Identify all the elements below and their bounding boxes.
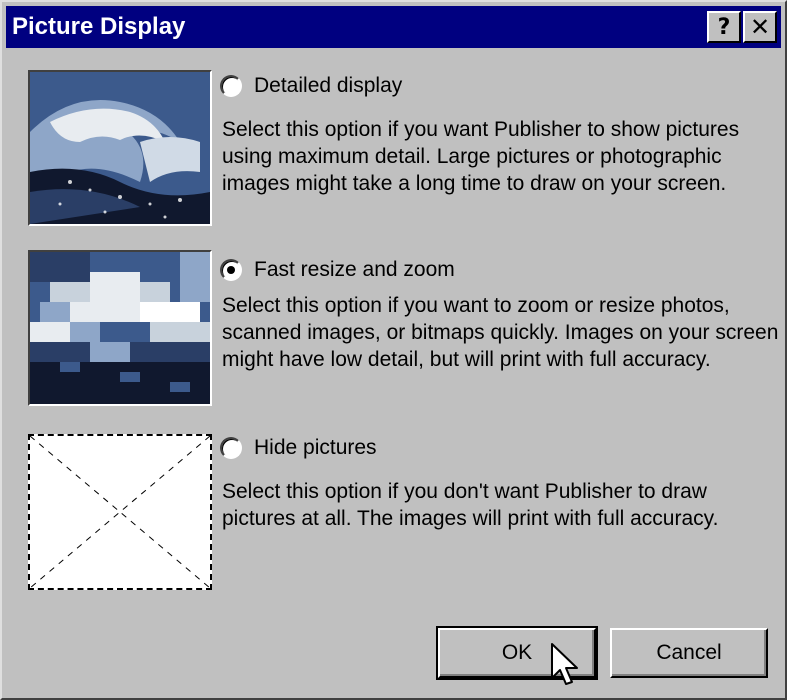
title-bar[interactable]: Picture Display ? ✕ [6, 6, 781, 48]
option-detailed-display[interactable]: Detailed display [220, 74, 402, 98]
hide-pictures-thumbnail [28, 434, 212, 590]
wave-photo-detailed-icon [30, 72, 210, 224]
hidden-picture-placeholder-icon [30, 436, 210, 588]
option-hide-pictures[interactable]: Hide pictures [220, 436, 377, 460]
mouse-pointer-icon [551, 643, 578, 685]
radio-fast-resize[interactable] [220, 259, 242, 281]
dialog-title: Picture Display [12, 13, 186, 40]
radio-selected-dot [227, 266, 235, 274]
option-description-detailed: Select this option if you want Publisher… [222, 118, 740, 195]
option-fast-resize[interactable]: Fast resize and zoom [220, 258, 455, 282]
wave-photo-pixelated-icon [30, 252, 210, 404]
fast-resize-thumbnail [28, 250, 212, 406]
option-label-detailed: Detailed display [254, 74, 403, 97]
close-button[interactable]: ✕ [743, 11, 777, 43]
radio-detailed-display[interactable] [220, 75, 242, 97]
option-description-fast: Select this option if you want to zoom o… [222, 294, 779, 371]
help-button[interactable]: ? [707, 11, 741, 43]
cancel-button[interactable]: Cancel [610, 628, 768, 678]
picture-display-dialog: Picture Display ? ✕ Detailed display Sel… [0, 0, 787, 700]
radio-hide-pictures[interactable] [220, 437, 242, 459]
detailed-display-thumbnail [28, 70, 212, 226]
option-label-hide: Hide pictures [254, 436, 377, 459]
option-label-fast: Fast resize and zoom [254, 258, 455, 281]
option-description-hide: Select this option if you don't want Pub… [222, 480, 719, 530]
